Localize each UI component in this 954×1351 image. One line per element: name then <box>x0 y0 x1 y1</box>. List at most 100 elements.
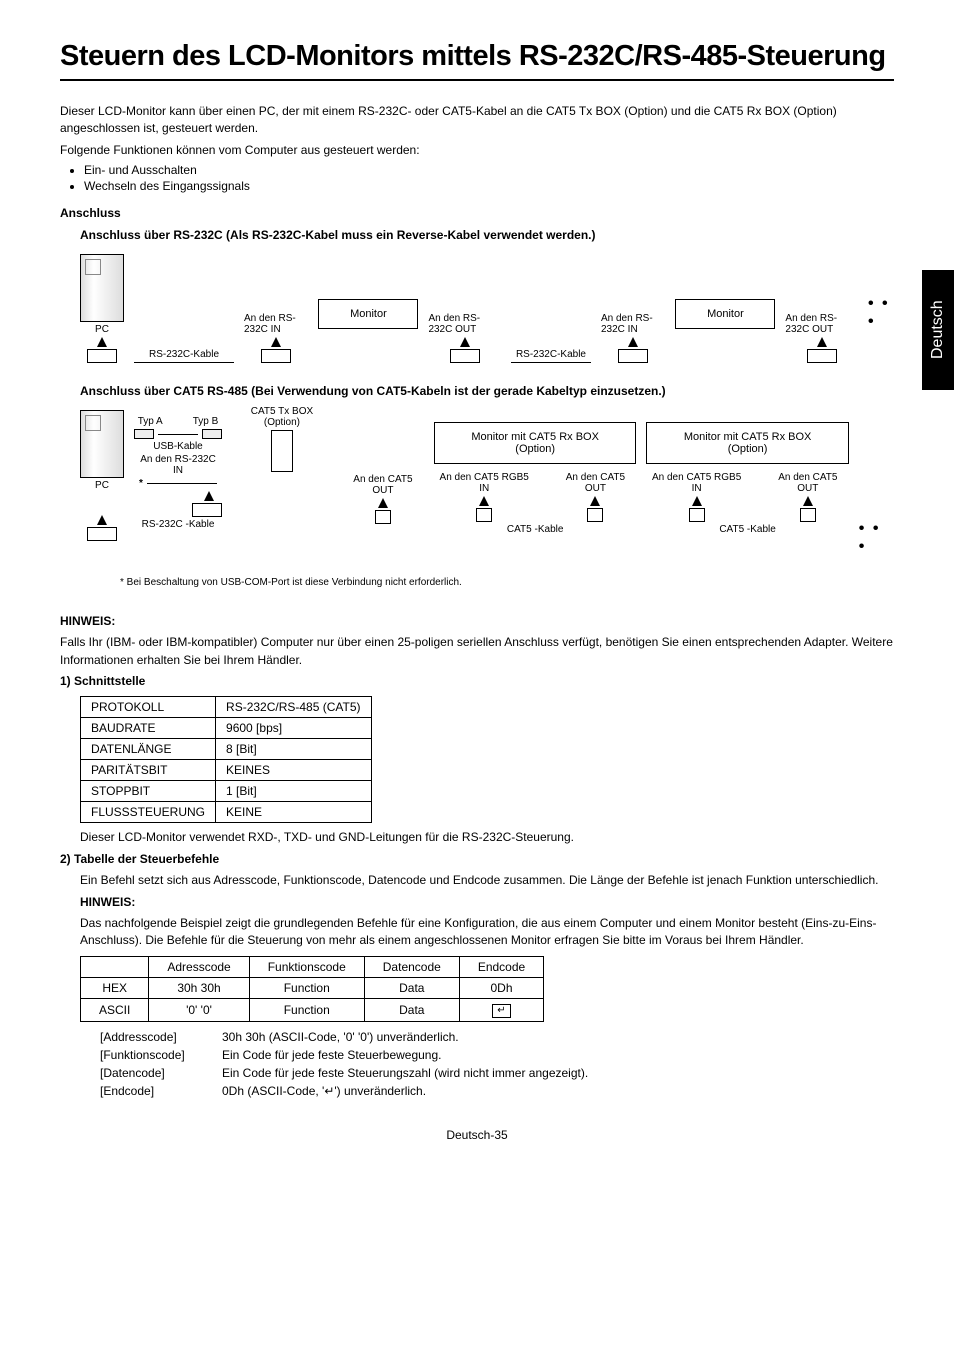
cable-label: RS-232C-Kable <box>516 349 586 360</box>
monitor-box: Monitor <box>675 299 775 329</box>
arrow-icon <box>479 496 489 506</box>
out-label: An den RS-232C OUT <box>428 313 501 335</box>
anschluss-sub2: Anschluss über CAT5 RS-485 (Bei Verwendu… <box>80 383 894 400</box>
anschluss-sub1: Anschluss über RS-232C (Als RS-232C-Kabe… <box>80 227 894 244</box>
title-bar: Steuern des LCD-Monitors mittels RS-232C… <box>60 40 894 81</box>
diagram-rs232c: PC RS-232C-Kable An den RS-232C IN Monit… <box>80 254 894 363</box>
arrow-icon <box>692 496 702 506</box>
pc-label: PC <box>95 480 109 491</box>
usb-cable-label: USB-Kable <box>153 441 202 452</box>
connector-icon <box>450 349 480 363</box>
intro-paragraph-1: Dieser LCD-Monitor kann über einen PC, d… <box>60 103 894 138</box>
def-val: 30h 30h (ASCII-Code, '0' '0') unveränder… <box>222 1030 894 1044</box>
def-val: Ein Code für jede feste Steuerbewegung. <box>222 1048 894 1062</box>
arrow-icon <box>803 496 813 506</box>
diagram-cat5: PC Typ A Typ B USB-Kable An den RS-232C … <box>80 410 894 556</box>
intro-paragraph-2: Folgende Funktionen können vom Computer … <box>60 142 894 159</box>
section2-hinweis-body: Das nachfolgende Beispiel zeigt die grun… <box>80 915 894 950</box>
hinweis-body: Falls Ihr (IBM- oder IBM-kompatibler) Co… <box>60 634 894 669</box>
page-footer: Deutsch-35 <box>60 1128 894 1142</box>
connector-icon <box>476 508 492 522</box>
pc-tower-icon <box>80 254 124 322</box>
connector-icon <box>87 349 117 363</box>
section1-after: Dieser LCD-Monitor verwendet RXD-, TXD- … <box>80 829 894 846</box>
table-row: FLUSSSTEUERUNGKEINE <box>81 802 372 823</box>
table-row: HEX 30h 30h Function Data 0Dh <box>81 977 544 998</box>
usb-icon <box>134 429 154 439</box>
def-key: [Endcode] <box>100 1084 210 1098</box>
rs-in-label: An den RS-232C IN <box>134 454 222 476</box>
table-row: PROTOKOLLRS-232C/RS-485 (CAT5) <box>81 697 372 718</box>
cat5-out-label: An den CAT5 OUT <box>767 472 849 494</box>
cable-label: RS-232C-Kable <box>149 349 219 360</box>
connector-icon <box>689 508 705 522</box>
def-key: [Datencode] <box>100 1066 210 1080</box>
arrow-icon <box>271 337 281 347</box>
cat5-in-label: An den CAT5 RGB5 IN <box>434 472 535 494</box>
tx-box-icon <box>271 430 293 472</box>
bullet-item: Ein- und Ausschalten <box>84 163 894 177</box>
section1-heading: 1) Schnittstelle <box>60 673 894 690</box>
monitor-rx-box: Monitor mit CAT5 Rx BOX (Option) <box>434 422 636 464</box>
pc-tower-icon <box>80 410 124 478</box>
continuation-dots: • • • <box>859 520 894 556</box>
connector-icon <box>800 508 816 522</box>
arrow-icon <box>378 498 388 508</box>
monitor-rx-box: Monitor mit CAT5 Rx BOX (Option) <box>646 422 848 464</box>
connector-icon <box>807 349 837 363</box>
language-tab: Deutsch <box>922 270 954 390</box>
anschluss-heading: Anschluss <box>60 205 894 222</box>
connector-icon <box>375 510 391 524</box>
connector-icon <box>587 508 603 522</box>
continuation-dots: • • • <box>868 295 894 331</box>
connector-icon <box>618 349 648 363</box>
arrow-icon <box>590 496 600 506</box>
intro-bullets: Ein- und Ausschalten Wechseln des Eingan… <box>60 163 894 193</box>
connector-icon <box>261 349 291 363</box>
star-footnote: * Bei Beschaltung von USB-COM-Port ist d… <box>120 576 894 591</box>
table-header-row: Adresscode Funktionscode Datencode Endco… <box>81 956 544 977</box>
cat5-in-label: An den CAT5 RGB5 IN <box>646 472 747 494</box>
rs-cable-label: RS-232C -Kable <box>142 519 215 530</box>
cat5-cable-label: CAT5 -Kable <box>507 524 564 535</box>
section2-hinweis-label: HINWEIS: <box>80 894 894 911</box>
typ-a-label: Typ A <box>138 416 163 427</box>
in-label: An den RS-232C IN <box>601 313 665 335</box>
code-definitions: [Addresscode] 30h 30h (ASCII-Code, '0' '0… <box>100 1030 894 1098</box>
section2-p1: Ein Befehl setzt sich aus Adresscode, Fu… <box>80 872 894 889</box>
def-key: [Addresscode] <box>100 1030 210 1044</box>
table-row: STOPPBIT1 [Bit] <box>81 781 372 802</box>
enter-icon: ↵ <box>492 1004 510 1018</box>
interface-table: PROTOKOLLRS-232C/RS-485 (CAT5) BAUDRATE9… <box>80 696 372 823</box>
table-row: PARITÄTSBITKEINES <box>81 760 372 781</box>
arrow-icon <box>628 337 638 347</box>
arrow-icon <box>97 515 107 525</box>
usb-icon <box>202 429 222 439</box>
table-row: BAUDRATE9600 [bps] <box>81 718 372 739</box>
connector-icon <box>87 527 117 541</box>
def-val: Ein Code für jede feste Steuerungszahl (… <box>222 1066 894 1080</box>
bullet-item: Wechseln des Eingangssignals <box>84 179 894 193</box>
table-row: DATENLÄNGE8 [Bit] <box>81 739 372 760</box>
typ-b-label: Typ B <box>193 416 219 427</box>
monitor-box: Monitor <box>318 299 418 329</box>
hinweis-label: HINWEIS: <box>60 613 894 630</box>
def-val: 0Dh (ASCII-Code, '↵') unveränderlich. <box>222 1084 894 1098</box>
out-label: An den RS-232C OUT <box>785 313 858 335</box>
cat5-out-label: An den CAT5 OUT <box>554 472 636 494</box>
arrow-icon <box>97 337 107 347</box>
def-key: [Funktionscode] <box>100 1048 210 1062</box>
pc-label: PC <box>95 324 109 335</box>
txbox-label: CAT5 Tx BOX (Option) <box>232 406 332 428</box>
cat5-cable-label: CAT5 -Kable <box>719 524 776 535</box>
in-label: An den RS-232C IN <box>244 313 308 335</box>
arrow-icon <box>817 337 827 347</box>
section2-heading: 2) Tabelle der Steuerbefehle <box>60 851 894 868</box>
arrow-icon <box>460 337 470 347</box>
cat5-out-label: An den CAT5 OUT <box>342 474 424 496</box>
table-row: ASCII '0' '0' Function Data ↵ <box>81 998 544 1021</box>
codes-table: Adresscode Funktionscode Datencode Endco… <box>80 956 544 1022</box>
arrow-icon <box>204 491 214 501</box>
connector-icon <box>192 503 222 517</box>
page-title: Steuern des LCD-Monitors mittels RS-232C… <box>60 40 894 73</box>
